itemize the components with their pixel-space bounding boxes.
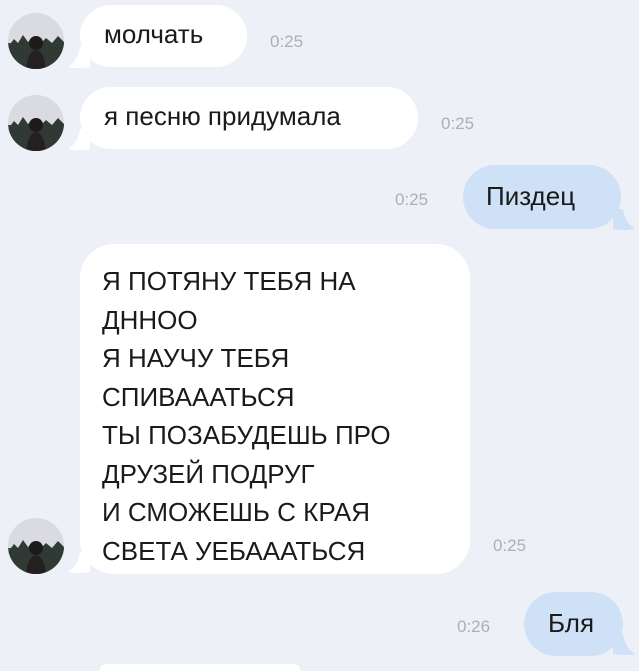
next-message-bubble-edge [100, 664, 300, 671]
message-text: Бля [548, 608, 595, 638]
message-timestamp: 0:25 [493, 536, 527, 555]
user-avatar-icon[interactable] [8, 518, 64, 574]
bubble-tail [68, 552, 90, 573]
message-text: Пиздец [486, 181, 576, 211]
message-bubble-5[interactable]: Бля [524, 592, 623, 656]
message-bubble-2[interactable]: я песню придумала [80, 87, 418, 149]
message-text: молчать [104, 19, 204, 49]
message-timestamp: 0:25 [270, 32, 304, 51]
message-timestamp: 0:25 [395, 190, 429, 209]
message-bubble-3[interactable]: Пиздец [463, 165, 621, 229]
bubble-tail [68, 47, 90, 68]
message-text: я песню придумала [104, 101, 341, 131]
message-timestamp: 0:26 [457, 617, 491, 636]
chat-history: молчать 0:25 я песню придумала 0:25 0:25… [0, 0, 639, 671]
user-avatar-icon[interactable] [8, 95, 64, 151]
bubble-tail [613, 634, 635, 655]
message-timestamp: 0:25 [441, 114, 475, 133]
bubble-tail [68, 129, 90, 150]
user-avatar-icon[interactable] [8, 13, 64, 69]
message-text: Я ПОТЯНУ ТЕБЯ НА ДННОО Я НАУЧУ ТЕБЯ СПИВ… [102, 266, 391, 566]
message-bubble-4[interactable]: Я ПОТЯНУ ТЕБЯ НА ДННОО Я НАУЧУ ТЕБЯ СПИВ… [80, 244, 470, 574]
bubble-tail [613, 209, 635, 230]
message-bubble-1[interactable]: молчать [80, 5, 247, 67]
